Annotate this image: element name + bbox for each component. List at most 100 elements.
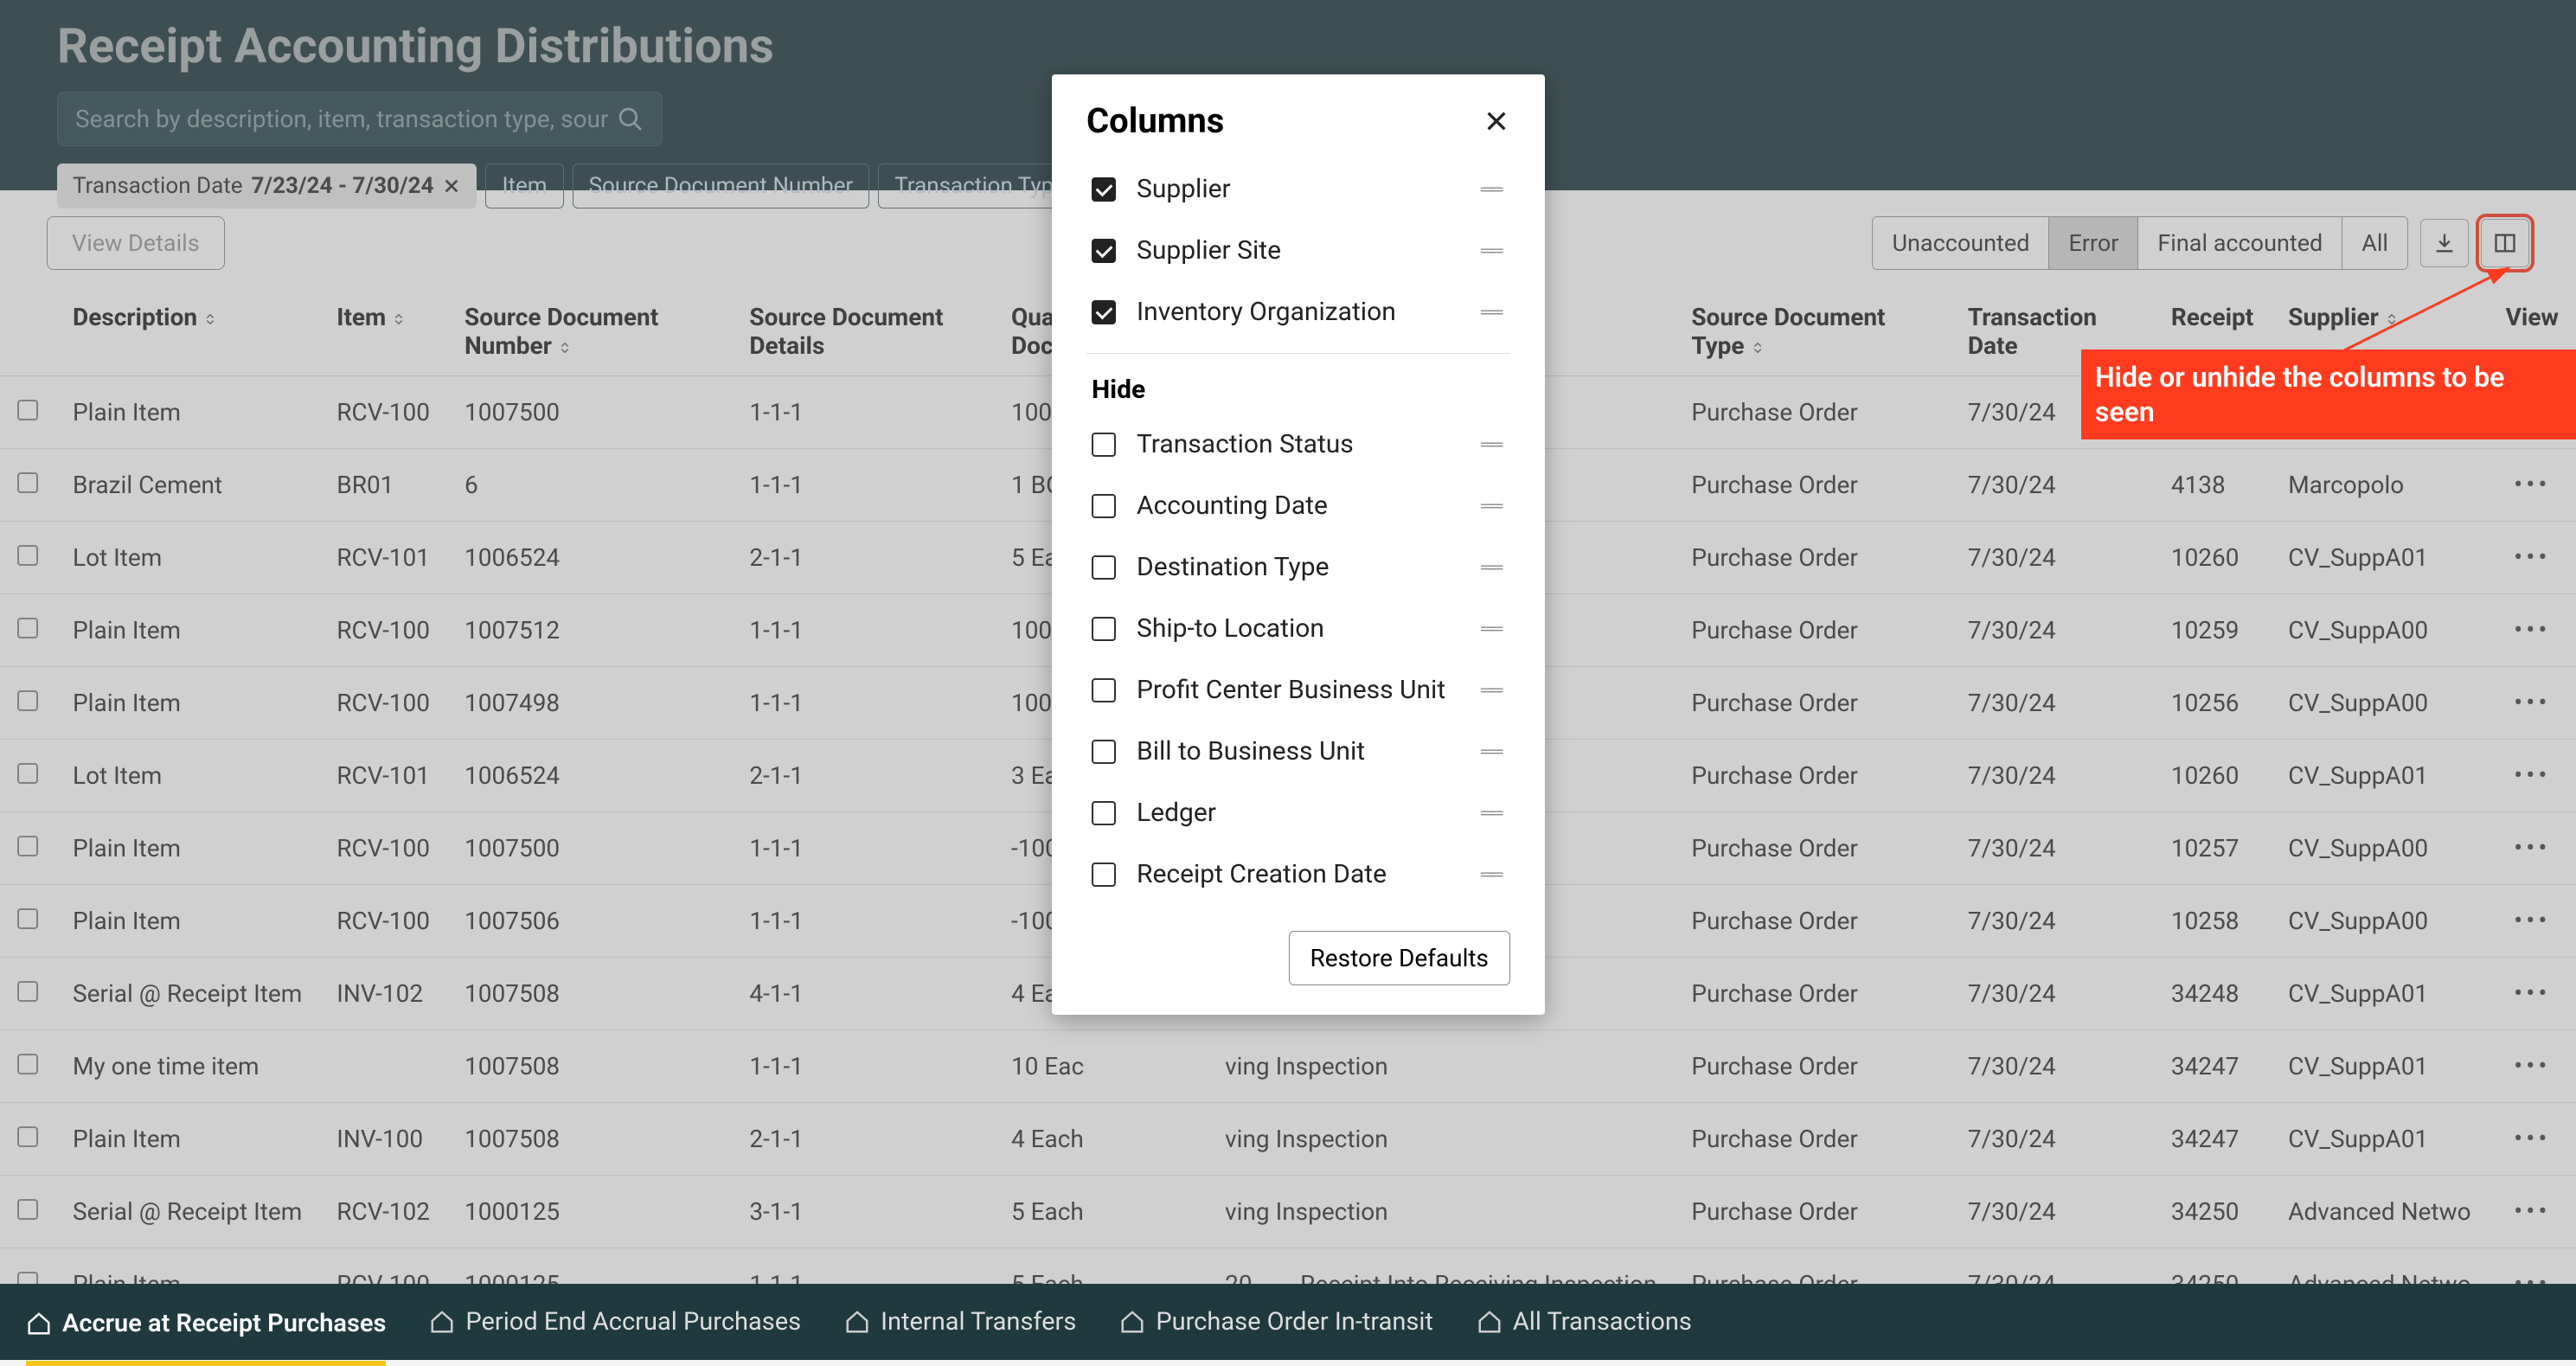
drag-handle-icon[interactable]: ══	[1481, 618, 1505, 639]
row-actions-menu[interactable]: •••	[2514, 1124, 2550, 1154]
row-checkbox[interactable]	[17, 545, 38, 566]
row-actions-menu[interactable]: •••	[2514, 760, 2550, 791]
search-icon[interactable]	[617, 106, 644, 133]
search-input[interactable]	[75, 105, 608, 133]
cell-source-doc-type: Purchase Order	[1674, 449, 1951, 522]
column-item[interactable]: Profit Center Business Unit ══	[1086, 659, 1510, 721]
cell-source-doc-type: Purchase Order	[1674, 812, 1951, 885]
row-checkbox[interactable]	[17, 1126, 38, 1147]
column-checkbox[interactable]	[1092, 740, 1116, 764]
cell-source-doc-number: 6	[447, 449, 732, 522]
view-details-button[interactable]: View Details	[47, 216, 225, 270]
column-checkbox[interactable]	[1092, 239, 1116, 263]
column-item[interactable]: Bill to Business Unit ══	[1086, 721, 1510, 782]
cell-receipt: 10259	[2154, 594, 2271, 667]
row-actions-menu[interactable]: •••	[2514, 1196, 2550, 1227]
cell-supplier: CV_SuppA01	[2271, 740, 2488, 812]
row-actions-menu[interactable]: •••	[2514, 542, 2550, 573]
search-box[interactable]	[57, 92, 663, 146]
row-checkbox[interactable]	[17, 908, 38, 929]
table-row[interactable]: My one time item 1007508 1-1-1 10 Eac vi…	[0, 1030, 2576, 1103]
header-select-all[interactable]	[0, 287, 55, 376]
cell-source-doc-type: Purchase Order	[1674, 594, 1951, 667]
drag-handle-icon[interactable]: ══	[1481, 178, 1505, 200]
header-source-doc-type[interactable]: Source Document Type	[1674, 287, 1951, 376]
header-item[interactable]: Item	[319, 287, 447, 376]
row-checkbox[interactable]	[17, 690, 38, 711]
row-checkbox[interactable]	[17, 763, 38, 784]
row-checkbox[interactable]	[17, 400, 38, 420]
header-description[interactable]: Description	[55, 287, 319, 376]
column-item[interactable]: Supplier Site ══	[1086, 220, 1510, 281]
column-item[interactable]: Receipt Creation Date ══	[1086, 843, 1510, 905]
column-item[interactable]: Ship-to Location ══	[1086, 598, 1510, 659]
row-actions-menu[interactable]: •••	[2514, 615, 2550, 645]
drag-handle-icon[interactable]: ══	[1481, 802, 1505, 824]
drag-handle-icon[interactable]: ══	[1481, 863, 1505, 885]
close-icon[interactable]	[442, 176, 461, 196]
table-row[interactable]: Serial @ Receipt Item RCV-102 1000125 3-…	[0, 1176, 2576, 1248]
row-actions-menu[interactable]: •••	[2514, 688, 2550, 718]
column-checkbox[interactable]	[1092, 177, 1116, 202]
row-actions-menu[interactable]: •••	[2514, 978, 2550, 1009]
columns-toggle-button[interactable]	[2481, 219, 2529, 267]
column-checkbox[interactable]	[1092, 300, 1116, 324]
row-actions-menu[interactable]: •••	[2514, 833, 2550, 863]
cell-source-doc-type: Purchase Order	[1674, 667, 1951, 740]
cell-description: Brazil Cement	[55, 449, 319, 522]
segment-all[interactable]: All	[2342, 217, 2407, 269]
drag-handle-icon[interactable]: ══	[1481, 301, 1505, 323]
sort-icon	[202, 311, 218, 327]
nav-po-intransit[interactable]: Purchase Order In-transit	[1119, 1299, 1433, 1345]
column-item[interactable]: Transaction Status ══	[1086, 414, 1510, 475]
row-actions-menu[interactable]: •••	[2514, 470, 2550, 500]
cell-source-doc-number: 1007500	[447, 376, 732, 449]
download-button[interactable]	[2420, 219, 2469, 267]
drag-handle-icon[interactable]: ══	[1481, 433, 1505, 455]
row-checkbox[interactable]	[17, 618, 38, 638]
header-source-doc-details[interactable]: Source Document Details	[732, 287, 994, 376]
drag-handle-icon[interactable]: ══	[1481, 240, 1505, 261]
row-checkbox[interactable]	[17, 1054, 38, 1074]
segment-error[interactable]: Error	[2049, 217, 2138, 269]
drag-handle-icon[interactable]: ══	[1481, 741, 1505, 762]
column-checkbox[interactable]	[1092, 801, 1116, 825]
filter-chip-source-doc-number[interactable]: Source Document Number	[573, 164, 870, 208]
column-checkbox[interactable]	[1092, 433, 1116, 457]
row-checkbox[interactable]	[17, 1199, 38, 1220]
nav-all-transactions[interactable]: All Transactions	[1477, 1299, 1692, 1345]
column-item[interactable]: Inventory Organization ══	[1086, 281, 1510, 343]
filter-chip-item[interactable]: Item	[485, 164, 563, 208]
drag-handle-icon[interactable]: ══	[1481, 556, 1505, 578]
row-actions-menu[interactable]: •••	[2514, 1051, 2550, 1081]
segment-unaccounted[interactable]: Unaccounted	[1873, 217, 2049, 269]
column-item[interactable]: Ledger ══	[1086, 782, 1510, 843]
cell-supplier: Advanced Netwo	[2271, 1176, 2488, 1248]
filter-chip-transaction-date[interactable]: Transaction Date 7/23/24 - 7/30/24	[57, 164, 477, 208]
column-checkbox[interactable]	[1092, 494, 1116, 518]
nav-internal-transfers[interactable]: Internal Transfers	[844, 1299, 1076, 1345]
column-item[interactable]: Destination Type ══	[1086, 536, 1510, 598]
table-row[interactable]: Plain Item INV-100 1007508 2-1-1 4 Each …	[0, 1103, 2576, 1176]
cell-source-doc-number: 1006524	[447, 740, 732, 812]
column-checkbox[interactable]	[1092, 678, 1116, 702]
drag-handle-icon[interactable]: ══	[1481, 495, 1505, 516]
segment-final-accounted[interactable]: Final accounted	[2138, 217, 2342, 269]
header-source-doc-number[interactable]: Source Document Number	[447, 287, 732, 376]
row-checkbox[interactable]	[17, 472, 38, 493]
cell-description: Plain Item	[55, 594, 319, 667]
column-checkbox[interactable]	[1092, 617, 1116, 641]
restore-defaults-button[interactable]: Restore Defaults	[1289, 931, 1510, 985]
column-checkbox[interactable]	[1092, 555, 1116, 580]
column-item[interactable]: Supplier ══	[1086, 158, 1510, 220]
row-checkbox[interactable]	[17, 836, 38, 856]
column-item[interactable]: Accounting Date ══	[1086, 475, 1510, 536]
cell-item: BR01	[319, 449, 447, 522]
column-checkbox[interactable]	[1092, 863, 1116, 887]
close-icon[interactable]	[1483, 107, 1510, 135]
nav-accrue-receipt[interactable]: Accrue at Receipt Purchases	[26, 1300, 386, 1366]
nav-period-end[interactable]: Period End Accrual Purchases	[429, 1299, 801, 1345]
row-actions-menu[interactable]: •••	[2514, 906, 2550, 936]
drag-handle-icon[interactable]: ══	[1481, 679, 1505, 701]
row-checkbox[interactable]	[17, 981, 38, 1002]
